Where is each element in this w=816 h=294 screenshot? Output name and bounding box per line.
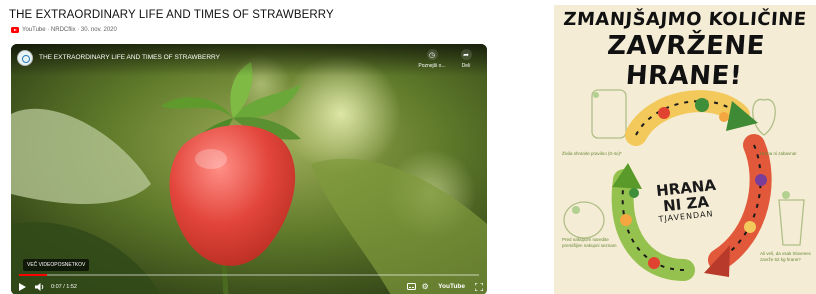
poster-headline-line2: ZAVRŽENE HRANE!	[606, 31, 766, 91]
food-waste-poster[interactable]: ZMANJŠAJMO KOLIČINE ZAVRŽENE HRANE! HRAN…	[554, 5, 816, 294]
share-button[interactable]: ➦ Deli	[446, 49, 486, 69]
play-icon	[18, 282, 26, 291]
watch-later-label: Poznejši o...	[418, 63, 446, 69]
progress-fill	[19, 274, 47, 276]
fullscreen-icon	[475, 282, 483, 291]
progress-bar[interactable]	[19, 274, 479, 276]
youtube-logo[interactable]: YouTube	[438, 283, 465, 290]
poster-note-bottom-left: Pred nakupom naredite premišljen nakupni…	[562, 237, 617, 248]
source-text: YouTube · NRDCflix · 30. nov. 2020	[22, 27, 117, 33]
video-frame-strawberry[interactable]	[11, 44, 487, 294]
volume-button[interactable]	[33, 278, 47, 294]
page-title[interactable]: THE EXTRAORDINARY LIFE AND TIMES OF STRA…	[9, 9, 334, 21]
poster-note-top-left: Živila shranite pravilno (0-4o)*	[562, 151, 622, 156]
youtube-icon	[11, 27, 19, 33]
share-icon: ➦	[460, 49, 472, 60]
player-controls: 0:07 / 1:52 ⚙ YouTube	[11, 278, 487, 294]
gear-icon: ⚙	[421, 282, 429, 291]
source-line: YouTube · NRDCflix · 30. nov. 2020	[11, 27, 117, 33]
watch-more-button[interactable]: VEČ VIDEOPOSNETKOV	[23, 259, 90, 271]
channel-avatar[interactable]	[17, 50, 33, 66]
clock-icon: ◷	[426, 49, 438, 60]
fullscreen-button[interactable]	[471, 278, 487, 294]
video-title[interactable]: THE EXTRAORDINARY LIFE AND TIMES OF STRA…	[39, 54, 220, 61]
video-player[interactable]: THE EXTRAORDINARY LIFE AND TIMES OF STRA…	[11, 44, 487, 294]
subtitles-icon	[406, 283, 416, 290]
share-label: Deli	[461, 63, 471, 69]
time-display: 0:07 / 1:52	[51, 283, 77, 290]
volume-icon	[35, 282, 44, 291]
subtitles-button[interactable]	[404, 278, 418, 294]
poster-headline-line1: ZMANJŠAJMO KOLIČINE	[562, 9, 808, 30]
poster-note-bottom-right: Ali veš, da vsak Slovenec zavrže 62 kg h…	[760, 251, 812, 262]
settings-button[interactable]: ⚙	[418, 278, 432, 294]
poster-note-top-right: Hrana ni zabavna!	[760, 151, 797, 156]
play-button[interactable]	[11, 278, 33, 294]
